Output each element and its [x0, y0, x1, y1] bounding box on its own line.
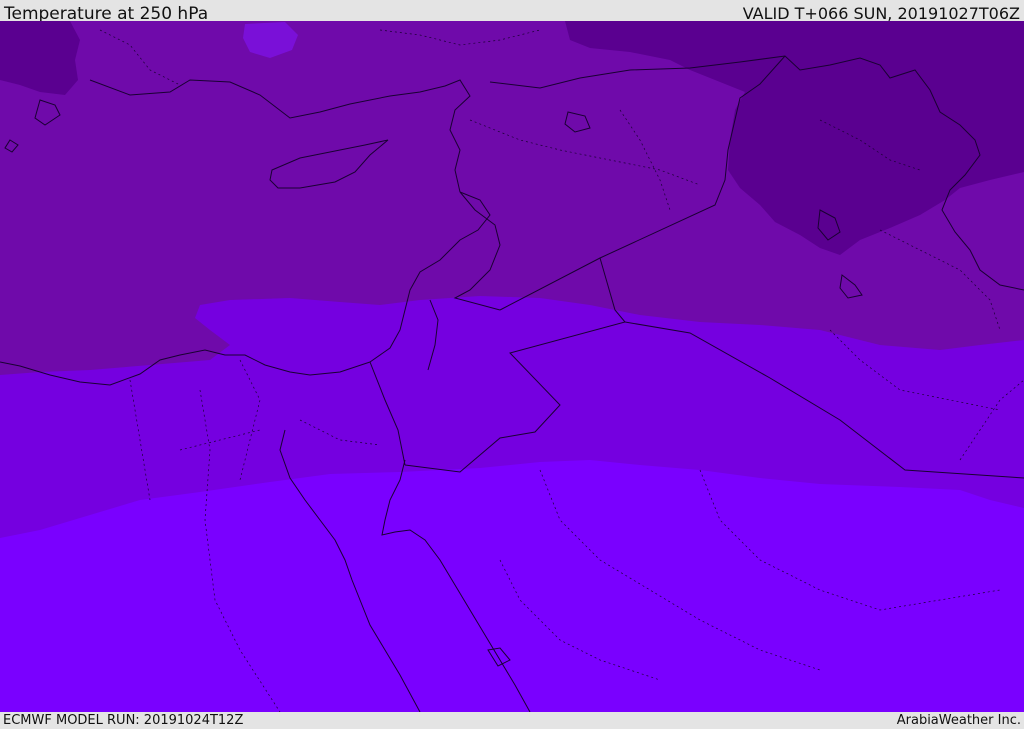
map-canvas	[0, 21, 1024, 712]
map-header: Temperature at 250 hPa VALID T+066 SUN, …	[0, 0, 1024, 24]
map-footer: ECMWF MODEL RUN: 20191024T12Z ArabiaWeat…	[0, 712, 1024, 729]
credit-label: ArabiaWeather Inc.	[896, 713, 1021, 728]
temperature-map[interactable]	[0, 21, 1024, 712]
model-run-label: ECMWF MODEL RUN: 20191024T12Z	[3, 713, 244, 728]
